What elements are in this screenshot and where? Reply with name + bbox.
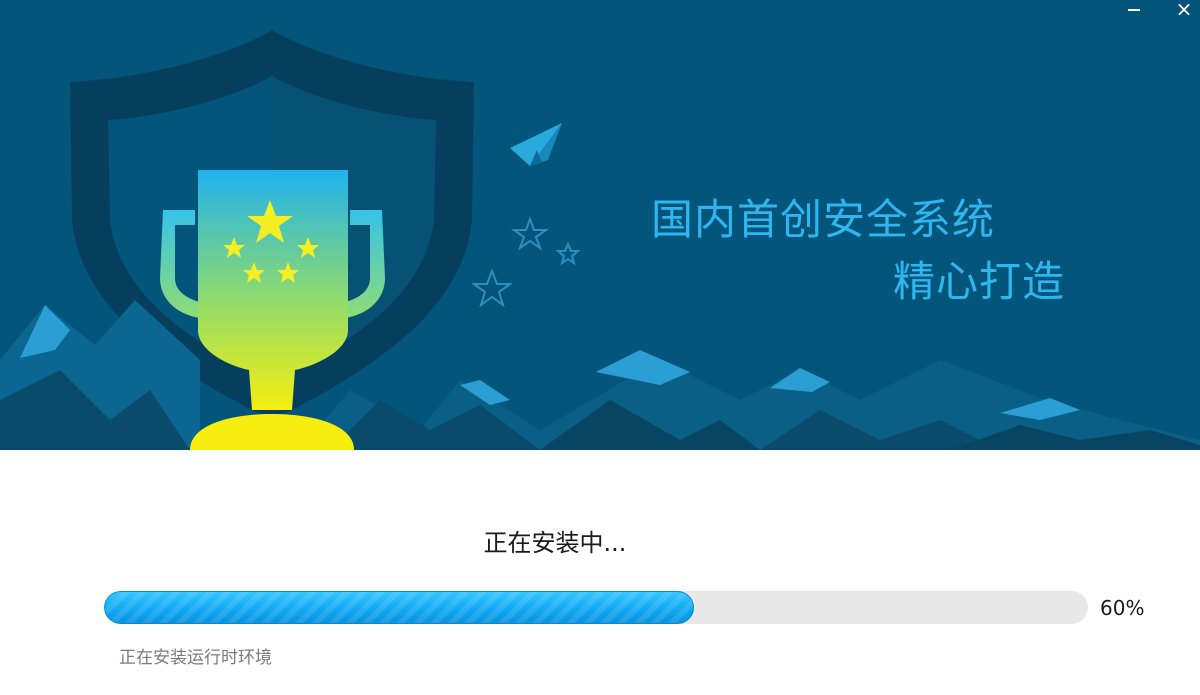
banner-illustration bbox=[0, 30, 1200, 450]
install-detail-text: 正在安装运行时环境 bbox=[119, 648, 272, 668]
install-status-title: 正在安装中... bbox=[483, 529, 627, 557]
star-icon bbox=[555, 241, 581, 266]
install-progress-bar bbox=[104, 591, 1088, 624]
installer-window: × 国内首创安全系统 精心打造 正在安装中... 60% 正在安装运行时环境 bbox=[0, 0, 1200, 695]
paper-plane-icon bbox=[510, 123, 562, 166]
outline-stars bbox=[470, 216, 581, 308]
hero-banner: × 国内首创安全系统 精心打造 bbox=[0, 0, 1200, 450]
install-progress-fill bbox=[104, 591, 694, 624]
minimize-icon[interactable] bbox=[1120, 0, 1148, 22]
star-icon bbox=[470, 268, 514, 308]
star-icon bbox=[510, 216, 550, 251]
slogan-line-2: 精心打造 bbox=[893, 257, 1066, 306]
install-progress-percent: 60% bbox=[1100, 596, 1145, 620]
slogan-line-1: 国内首创安全系统 bbox=[651, 195, 996, 244]
close-icon[interactable]: × bbox=[1170, 0, 1198, 22]
